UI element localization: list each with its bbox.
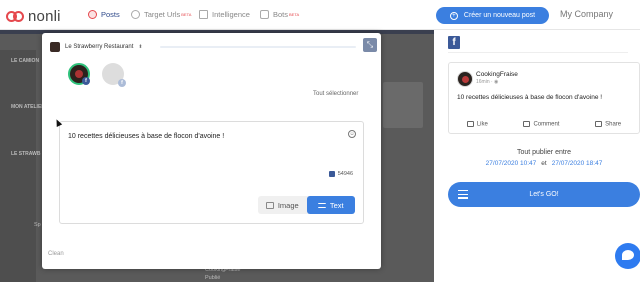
clean-link[interactable]: Clean (48, 251, 64, 257)
preview-actions: Like Comment Share (449, 117, 639, 131)
progress-track (160, 46, 356, 48)
facebook-badge-icon: f (82, 77, 90, 85)
plus-icon: + (449, 11, 458, 20)
avatar (457, 71, 473, 87)
background-label-atelier: MON ATELIER (11, 104, 45, 110)
messenger-chat-icon[interactable] (615, 243, 640, 269)
image-mode-option[interactable]: Image (258, 196, 307, 214)
collapse-icon[interactable]: ⤡ (363, 38, 377, 52)
nav-target-urls-label: Target Urls (144, 10, 181, 19)
account-avatar-selected[interactable]: f (68, 63, 90, 85)
background-published: Publié (205, 275, 221, 281)
divider (448, 52, 628, 53)
beta-badge: BETA (289, 12, 300, 17)
publish-and: et (541, 160, 547, 167)
page-avatar (50, 42, 60, 52)
text-mode-label: Text (329, 200, 344, 210)
text-mode-option[interactable]: Text (306, 196, 355, 214)
lets-go-label: Let's GO! (529, 191, 559, 198)
background-sidebar (0, 50, 36, 282)
publish-window-title: Tout publier entre (516, 149, 572, 156)
publish-start-date[interactable]: 27/07/2020 10:47 (486, 160, 537, 167)
background-label-camion: LE CAMION (11, 58, 40, 64)
nav-target-urls[interactable]: Target Urls BETA (131, 10, 191, 19)
nav-intelligence-label: Intelligence (212, 10, 250, 19)
like-label: Like (476, 121, 488, 128)
preview-author: CookingFraise (476, 71, 518, 78)
list-icon (458, 190, 468, 199)
post-text[interactable]: 10 recettes délicieuses à base de flocon… (68, 133, 224, 140)
comment-label: Comment (533, 121, 560, 128)
logo-rings-icon (6, 10, 24, 23)
create-post-button[interactable]: + Créer un nouveau post (436, 7, 549, 24)
create-post-label: Créer un nouveau post (463, 12, 536, 19)
lets-go-button[interactable]: Let's GO! (448, 182, 640, 207)
nav-bots[interactable]: Bots BETA (260, 10, 299, 19)
facebook-icon: f (448, 36, 460, 49)
facebook-badge-icon: f (118, 79, 126, 87)
chevron-updown-icon: ⬍ (138, 44, 143, 50)
facebook-post-preview: CookingFraise 16min · ◉ 10 recettes déli… (448, 62, 640, 134)
share-label: Share (605, 121, 622, 128)
character-counter: 54946 (328, 171, 353, 177)
post-mode-toggle: Image Text (258, 196, 355, 214)
background-card (383, 82, 423, 128)
company-menu[interactable]: My Company (560, 9, 613, 19)
facebook-icon (328, 171, 335, 177)
nav-posts[interactable]: Posts (88, 10, 120, 19)
bot-icon (260, 10, 269, 19)
text-icon (317, 202, 326, 208)
brand-name: nonli (28, 8, 61, 25)
character-count-value: 54946 (337, 171, 353, 177)
nonli-logo[interactable]: nonli (6, 8, 61, 25)
page-selector[interactable]: Le Strawberry Restaurant ⬍ (50, 42, 143, 52)
share-icon (595, 120, 603, 127)
nav-intelligence[interactable]: Intelligence (199, 10, 250, 19)
chart-icon (199, 10, 208, 19)
posts-icon (88, 10, 97, 19)
like-icon (466, 120, 474, 127)
preview-timestamp: 16min · ◉ (476, 79, 499, 85)
nav-bots-label: Bots (273, 10, 289, 19)
top-navigation-bar: nonli Posts Target Urls BETA Intelligenc… (0, 0, 640, 30)
background-label-strawb: LE STRAWB (11, 151, 41, 157)
emoji-icon[interactable]: ☺ (348, 130, 356, 138)
publish-window-dates: 27/07/2020 10:47 et 27/07/2020 18:47 (448, 160, 640, 167)
account-avatar[interactable]: f (102, 63, 126, 87)
target-icon (131, 10, 140, 19)
select-all-link[interactable]: Tout sélectionner (313, 91, 358, 97)
image-icon (265, 201, 274, 209)
nav-posts-label: Posts (101, 10, 120, 19)
share-action: Share (595, 120, 622, 128)
comment-action: Comment (523, 120, 560, 128)
comment-icon (523, 120, 531, 127)
preview-text: 10 recettes délicieuses à base de flocon… (457, 94, 603, 101)
image-mode-label: Image (277, 200, 299, 210)
background-text: Sp (34, 222, 41, 228)
publish-end-date[interactable]: 27/07/2020 18:47 (552, 160, 603, 167)
page-name: Le Strawberry Restaurant (65, 44, 134, 50)
beta-badge: BETA (181, 12, 192, 17)
post-editor-modal: Le Strawberry Restaurant ⬍ ⤡ f f Tout sé… (42, 33, 381, 269)
like-action: Like (466, 120, 488, 128)
